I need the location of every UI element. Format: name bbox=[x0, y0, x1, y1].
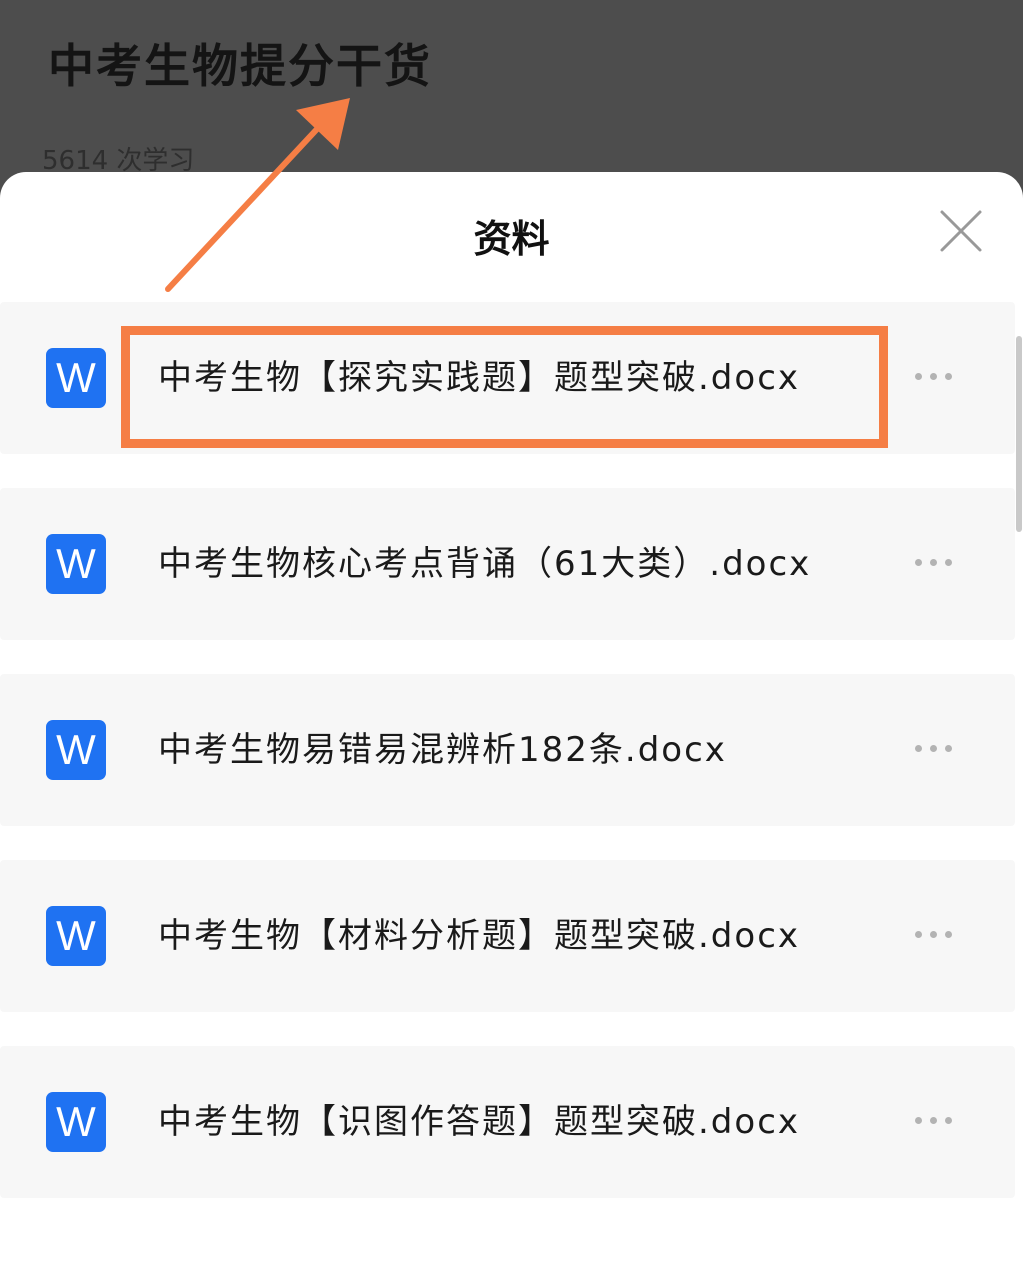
file-item[interactable]: W 中考生物【识图作答题】题型突破.docx bbox=[0, 1046, 1015, 1198]
more-dot bbox=[945, 373, 952, 380]
more-dot bbox=[930, 373, 937, 380]
close-button[interactable] bbox=[938, 208, 984, 254]
more-dot bbox=[945, 1117, 952, 1124]
more-dot bbox=[915, 745, 922, 752]
more-options-button[interactable] bbox=[912, 1108, 956, 1132]
more-options-button[interactable] bbox=[912, 922, 956, 946]
word-file-icon: W bbox=[46, 348, 106, 408]
more-options-button[interactable] bbox=[912, 550, 956, 574]
sheet-title: 资料 bbox=[473, 217, 550, 261]
more-dot bbox=[930, 1117, 937, 1124]
scrollbar[interactable] bbox=[1016, 336, 1022, 532]
word-file-icon: W bbox=[46, 720, 106, 780]
more-dot bbox=[915, 931, 922, 938]
more-dot bbox=[930, 559, 937, 566]
file-item[interactable]: W 中考生物易错易混辨析182条.docx bbox=[0, 674, 1015, 826]
more-options-button[interactable] bbox=[912, 736, 956, 760]
file-item[interactable]: W 中考生物【材料分析题】题型突破.docx bbox=[0, 860, 1015, 1012]
word-file-icon: W bbox=[46, 1092, 106, 1152]
more-options-button[interactable] bbox=[912, 364, 956, 388]
more-dot bbox=[930, 745, 937, 752]
more-dot bbox=[915, 1117, 922, 1124]
more-dot bbox=[915, 559, 922, 566]
word-file-icon: W bbox=[46, 534, 106, 594]
more-dot bbox=[945, 931, 952, 938]
file-name: 中考生物易错易混辨析182条.docx bbox=[158, 730, 727, 770]
file-item[interactable]: W 中考生物核心考点背诵（61大类）.docx bbox=[0, 488, 1015, 640]
more-dot bbox=[930, 931, 937, 938]
more-dot bbox=[945, 559, 952, 566]
more-dot bbox=[945, 745, 952, 752]
course-title: 中考生物提分干货 bbox=[48, 39, 432, 93]
word-file-icon: W bbox=[46, 906, 106, 966]
file-name: 中考生物【材料分析题】题型突破.docx bbox=[158, 916, 801, 956]
annotation-highlight-box bbox=[121, 326, 888, 448]
close-icon bbox=[940, 210, 982, 252]
file-name: 中考生物【识图作答题】题型突破.docx bbox=[158, 1102, 801, 1142]
screen: 中考生物提分干货 5614 次学习 资料 W 中考生物【探究实践题】题型突破.d… bbox=[0, 0, 1023, 1280]
more-dot bbox=[915, 373, 922, 380]
file-name: 中考生物核心考点背诵（61大类）.docx bbox=[158, 544, 812, 584]
